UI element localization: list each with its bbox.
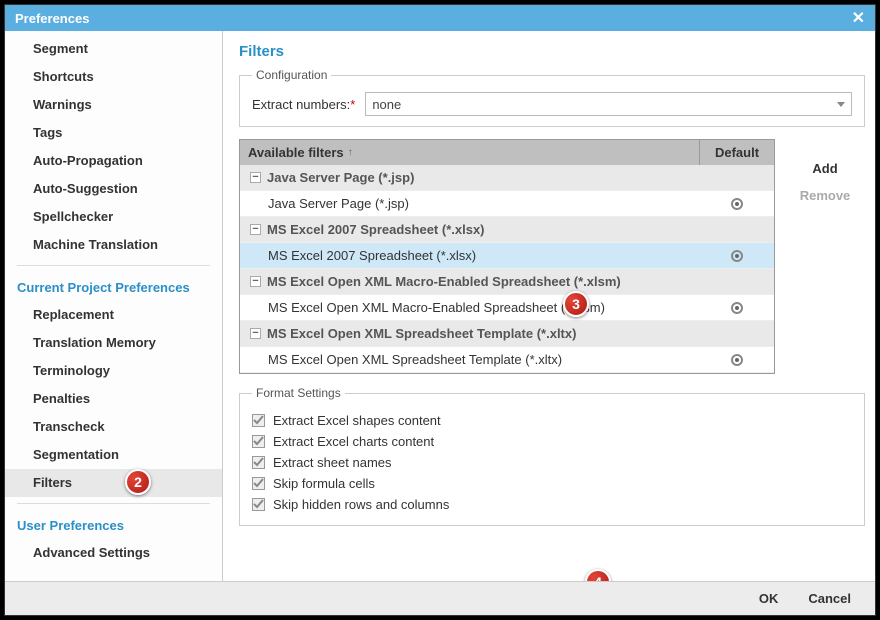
- chevron-down-icon: [837, 102, 845, 107]
- format-option[interactable]: Skip formula cells: [252, 473, 852, 494]
- divider: [17, 265, 210, 266]
- format-option-label: Skip formula cells: [273, 476, 375, 491]
- sidebar-item[interactable]: Machine Translation: [5, 231, 222, 259]
- sidebar-heading: User Preferences: [5, 510, 222, 539]
- collapse-icon[interactable]: −: [250, 328, 261, 339]
- filter-label: MS Excel Open XML Macro-Enabled Spreadsh…: [250, 300, 605, 315]
- sidebar-item[interactable]: Segment: [5, 35, 222, 63]
- format-settings-legend: Format Settings: [252, 386, 345, 400]
- callout-3: 3: [563, 291, 589, 317]
- col-available-filters[interactable]: Available filters ↑: [240, 140, 700, 165]
- ok-button[interactable]: OK: [759, 591, 779, 606]
- format-option[interactable]: Skip hidden rows and columns: [252, 494, 852, 515]
- format-option[interactable]: Extract sheet names: [252, 452, 852, 473]
- sidebar-item[interactable]: Auto-Propagation: [5, 147, 222, 175]
- default-radio[interactable]: [731, 302, 743, 314]
- remove-button[interactable]: Remove: [800, 188, 851, 203]
- filter-label: Java Server Page (*.jsp): [267, 170, 414, 185]
- filter-group-row[interactable]: −MS Excel Open XML Spreadsheet Template …: [240, 321, 774, 347]
- filter-label: Java Server Page (*.jsp): [250, 196, 409, 211]
- filter-label: MS Excel Open XML Macro-Enabled Spreadsh…: [267, 274, 621, 289]
- sidebar-item[interactable]: Tags: [5, 119, 222, 147]
- titlebar: Preferences ✕: [5, 5, 875, 31]
- default-cell: [700, 250, 774, 262]
- sidebar-item[interactable]: Translation Memory: [5, 329, 222, 357]
- format-option-label: Extract Excel charts content: [273, 434, 434, 449]
- window-title: Preferences: [15, 11, 89, 26]
- default-radio[interactable]: [731, 354, 743, 366]
- configuration-legend: Configuration: [252, 68, 331, 82]
- extract-numbers-select[interactable]: none: [365, 92, 852, 116]
- filter-label: MS Excel Open XML Spreadsheet Template (…: [267, 326, 576, 341]
- table-body: −Java Server Page (*.jsp)Java Server Pag…: [240, 165, 774, 373]
- sidebar-item[interactable]: Segmentation: [5, 441, 222, 469]
- col-default[interactable]: Default: [700, 140, 774, 165]
- extract-numbers-label: Extract numbers:*: [252, 97, 355, 112]
- sidebar-item[interactable]: Transcheck: [5, 413, 222, 441]
- default-radio[interactable]: [731, 198, 743, 210]
- filter-label: MS Excel 2007 Spreadsheet (*.xlsx): [267, 222, 485, 237]
- filter-row[interactable]: Java Server Page (*.jsp): [240, 191, 774, 217]
- default-cell: [700, 302, 774, 314]
- checkbox-icon[interactable]: [252, 414, 265, 427]
- default-cell: [700, 354, 774, 366]
- sidebar-item[interactable]: Auto-Suggestion: [5, 175, 222, 203]
- format-option-label: Extract Excel shapes content: [273, 413, 441, 428]
- filter-row[interactable]: MS Excel Open XML Macro-Enabled Spreadsh…: [240, 295, 774, 321]
- cancel-button[interactable]: Cancel: [808, 591, 851, 606]
- filter-label: MS Excel 2007 Spreadsheet (*.xlsx): [250, 248, 476, 263]
- sidebar-item[interactable]: Terminology: [5, 357, 222, 385]
- format-option[interactable]: Extract Excel shapes content: [252, 410, 852, 431]
- callout-4: 4: [585, 569, 611, 581]
- table-actions: Add Remove: [785, 139, 865, 374]
- filter-group-row[interactable]: −Java Server Page (*.jsp): [240, 165, 774, 191]
- collapse-icon[interactable]: −: [250, 276, 261, 287]
- preferences-dialog: Preferences ✕ SegmentShortcutsWarningsTa…: [4, 4, 876, 616]
- sidebar-item[interactable]: Warnings: [5, 91, 222, 119]
- checkbox-icon[interactable]: [252, 477, 265, 490]
- filter-label: MS Excel Open XML Spreadsheet Template (…: [250, 352, 562, 367]
- checkbox-icon[interactable]: [252, 498, 265, 511]
- filter-row[interactable]: MS Excel Open XML Spreadsheet Template (…: [240, 347, 774, 373]
- filter-group-row[interactable]: −MS Excel Open XML Macro-Enabled Spreads…: [240, 269, 774, 295]
- filter-group-row[interactable]: −MS Excel 2007 Spreadsheet (*.xlsx): [240, 217, 774, 243]
- add-button[interactable]: Add: [812, 161, 837, 176]
- sort-asc-icon: ↑: [348, 147, 353, 158]
- format-option-label: Skip hidden rows and columns: [273, 497, 449, 512]
- format-option-label: Extract sheet names: [273, 455, 392, 470]
- dialog-body: SegmentShortcutsWarningsTagsAuto-Propaga…: [5, 31, 875, 581]
- sidebar-heading: Current Project Preferences: [5, 272, 222, 301]
- table-header: Available filters ↑ Default: [240, 140, 774, 165]
- dialog-footer: OK Cancel: [5, 581, 875, 615]
- default-cell: [700, 198, 774, 210]
- sidebar-item[interactable]: Advanced Settings: [5, 539, 222, 567]
- select-value: none: [372, 97, 401, 112]
- close-icon[interactable]: ✕: [852, 8, 865, 28]
- format-settings-fieldset: Format Settings Extract Excel shapes con…: [239, 386, 865, 526]
- sidebar-item[interactable]: Replacement: [5, 301, 222, 329]
- sidebar-item[interactable]: Shortcuts: [5, 63, 222, 91]
- default-radio[interactable]: [731, 250, 743, 262]
- sidebar-item[interactable]: Filters: [5, 469, 222, 497]
- sidebar: SegmentShortcutsWarningsTagsAuto-Propaga…: [5, 31, 223, 581]
- divider: [17, 503, 210, 504]
- sidebar-item[interactable]: Penalties: [5, 385, 222, 413]
- collapse-icon[interactable]: −: [250, 172, 261, 183]
- sidebar-item[interactable]: Spellchecker: [5, 203, 222, 231]
- content-panel: Filters Configuration Extract numbers:* …: [223, 31, 875, 581]
- callout-2: 2: [125, 469, 151, 495]
- panel-title: Filters: [239, 43, 865, 60]
- configuration-fieldset: Configuration Extract numbers:* none: [239, 68, 865, 127]
- collapse-icon[interactable]: −: [250, 224, 261, 235]
- format-option[interactable]: Extract Excel charts content: [252, 431, 852, 452]
- checkbox-icon[interactable]: [252, 435, 265, 448]
- checkbox-icon[interactable]: [252, 456, 265, 469]
- filters-table: Available filters ↑ Default −Java Server…: [239, 139, 775, 374]
- filter-row[interactable]: MS Excel 2007 Spreadsheet (*.xlsx): [240, 243, 774, 269]
